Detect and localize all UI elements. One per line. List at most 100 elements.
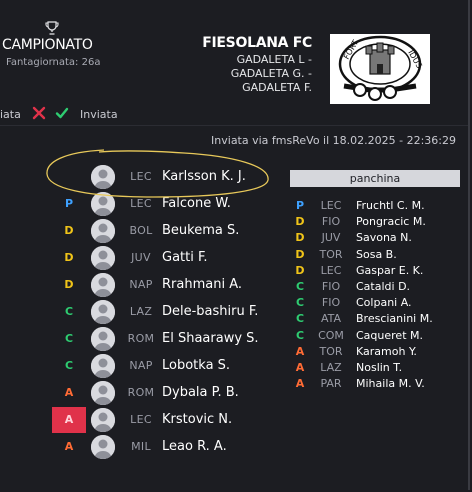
role-badge: A xyxy=(295,377,305,391)
bench-row[interactable]: A TOR Karamoh Y. xyxy=(290,344,468,360)
player-team: ROM xyxy=(127,332,155,345)
role-badge: C xyxy=(64,359,74,372)
lineup-row[interactable]: D JUV Gatti F. xyxy=(0,245,285,271)
user-avatar-icon xyxy=(91,192,115,216)
player-name: El Shaarawy S. xyxy=(162,331,259,346)
status-sent-label: Inviata xyxy=(80,108,118,121)
lineup-row[interactable]: C LAZ Dele-bashiru F. xyxy=(0,299,285,325)
bench-row[interactable]: C ATA Brescianini M. xyxy=(290,311,468,327)
user-avatar-icon xyxy=(91,381,115,405)
player-name: Gatti F. xyxy=(162,250,208,265)
player-name: Dybala P. B. xyxy=(162,385,239,400)
player-team: ATA xyxy=(320,312,342,326)
role-badge: D xyxy=(295,263,305,277)
player-name: Fruchtl C. M. xyxy=(356,199,425,212)
player-name: Savona N. xyxy=(356,231,412,245)
role-badge: D xyxy=(64,224,74,237)
lineup-panel: CAMPIONATO Fantagiornata: 26a FIESOLANA … xyxy=(0,0,470,490)
player-name: Karamoh Y. xyxy=(356,344,417,358)
bench-row[interactable]: C FIO Cataldi D. xyxy=(290,279,468,295)
player-name: Cataldi D. xyxy=(356,280,411,293)
role-badge: C xyxy=(295,312,305,326)
lineup-row[interactable]: LEC Karlsson K. J. xyxy=(0,164,285,190)
divider xyxy=(0,125,468,126)
user-avatar-icon xyxy=(91,327,115,351)
team-name: FIESOLANA FC xyxy=(202,35,312,51)
lineup-row[interactable]: C ROM El Shaarawy S. xyxy=(0,326,285,352)
user-avatar-icon xyxy=(91,435,115,459)
player-team: FIO xyxy=(321,215,341,229)
player-team: TOR xyxy=(319,344,343,358)
role-badge: D xyxy=(295,231,305,245)
player-team: FIO xyxy=(321,296,341,310)
player-team: JUV xyxy=(131,251,151,264)
lineup-row[interactable]: A LEC Krstovic N. xyxy=(0,407,285,433)
bench-title: panchina xyxy=(290,170,460,187)
bench-row[interactable]: A PAR Mihaila M. V. xyxy=(290,376,468,392)
player-name: Beukema S. xyxy=(162,223,240,238)
player-name: Brescianini M. xyxy=(356,312,433,326)
player-team: LEC xyxy=(320,199,342,212)
player-team: NAP xyxy=(129,278,153,291)
role-badge: A xyxy=(295,361,305,374)
bench-row[interactable]: A LAZ Noslin T. xyxy=(290,360,468,376)
player-team: MIL xyxy=(131,440,151,453)
player-name: Leao R. A. xyxy=(162,439,227,454)
check-icon[interactable] xyxy=(55,106,69,123)
trophy-icon xyxy=(45,21,59,35)
user-avatar-icon xyxy=(91,354,115,378)
user-avatar-icon xyxy=(91,165,115,189)
role-badge: A xyxy=(295,344,305,358)
player-name: Dele-bashiru F. xyxy=(162,304,259,319)
team-logo: FORT IDUS xyxy=(330,34,430,104)
lineup-row[interactable]: A MIL Leao R. A. xyxy=(0,434,285,460)
bench-row[interactable]: D JUV Savona N. xyxy=(290,230,468,246)
role-badge: A xyxy=(64,440,74,453)
bench-row[interactable]: C COM Caqueret M. xyxy=(290,328,468,344)
lineup-row[interactable]: D NAP Rrahmani A. xyxy=(0,272,285,298)
role-badge xyxy=(52,164,86,190)
lineup-row[interactable]: C NAP Lobotka S. xyxy=(0,353,285,379)
competition-title: CAMPIONATO xyxy=(2,37,93,53)
role-badge: D xyxy=(64,251,74,264)
player-team: JUV xyxy=(321,231,341,245)
bench-row[interactable]: C FIO Colpani A. xyxy=(290,295,468,311)
role-badge: D xyxy=(64,278,74,291)
role-badge: A xyxy=(64,386,74,399)
player-name: Sosa B. xyxy=(356,247,397,261)
player-team: PAR xyxy=(320,377,342,391)
close-icon[interactable] xyxy=(32,106,46,123)
player-team: LEC xyxy=(130,170,152,183)
role-badge: C xyxy=(295,296,305,310)
player-name: Krstovic N. xyxy=(162,412,233,427)
role-badge: C xyxy=(64,305,74,318)
player-team: LAZ xyxy=(129,305,153,318)
owner-line: GADALETA F. xyxy=(242,81,312,94)
bench-row[interactable]: D FIO Pongracic M. xyxy=(290,214,468,230)
player-team: LEC xyxy=(320,263,342,277)
user-avatar-icon xyxy=(91,219,115,243)
bench-row[interactable]: D LEC Gaspar E. K. xyxy=(290,263,468,279)
player-name: Gaspar E. K. xyxy=(356,263,424,277)
player-name: Mihaila M. V. xyxy=(356,377,425,391)
role-badge: P xyxy=(64,197,74,210)
status-partial-label: iata xyxy=(0,108,21,121)
player-name: Karlsson K. J. xyxy=(162,169,246,184)
role-badge: C xyxy=(295,328,305,342)
player-team: ROM xyxy=(127,386,155,399)
player-name: Lobotka S. xyxy=(162,358,231,373)
owner-line: GADALETA L - xyxy=(236,53,312,66)
bench-row[interactable]: P LEC Fruchtl C. M. xyxy=(290,198,468,214)
lineup-row[interactable]: P LEC Falcone W. xyxy=(0,191,285,217)
bench-row[interactable]: D TOR Sosa B. xyxy=(290,247,468,263)
player-team: FIO xyxy=(321,280,341,293)
player-team: COM xyxy=(318,328,344,342)
player-name: Rrahmani A. xyxy=(162,277,242,292)
player-name: Pongracic M. xyxy=(356,215,426,229)
player-team: NAP xyxy=(129,359,153,372)
player-team: LAZ xyxy=(320,361,342,374)
lineup-row[interactable]: A ROM Dybala P. B. xyxy=(0,380,285,406)
lineup-row[interactable]: D BOL Beukema S. xyxy=(0,218,285,244)
sent-info: Inviata via fmsReVo il 18.02.2025 - 22:3… xyxy=(211,134,456,147)
user-avatar-icon xyxy=(91,408,115,432)
